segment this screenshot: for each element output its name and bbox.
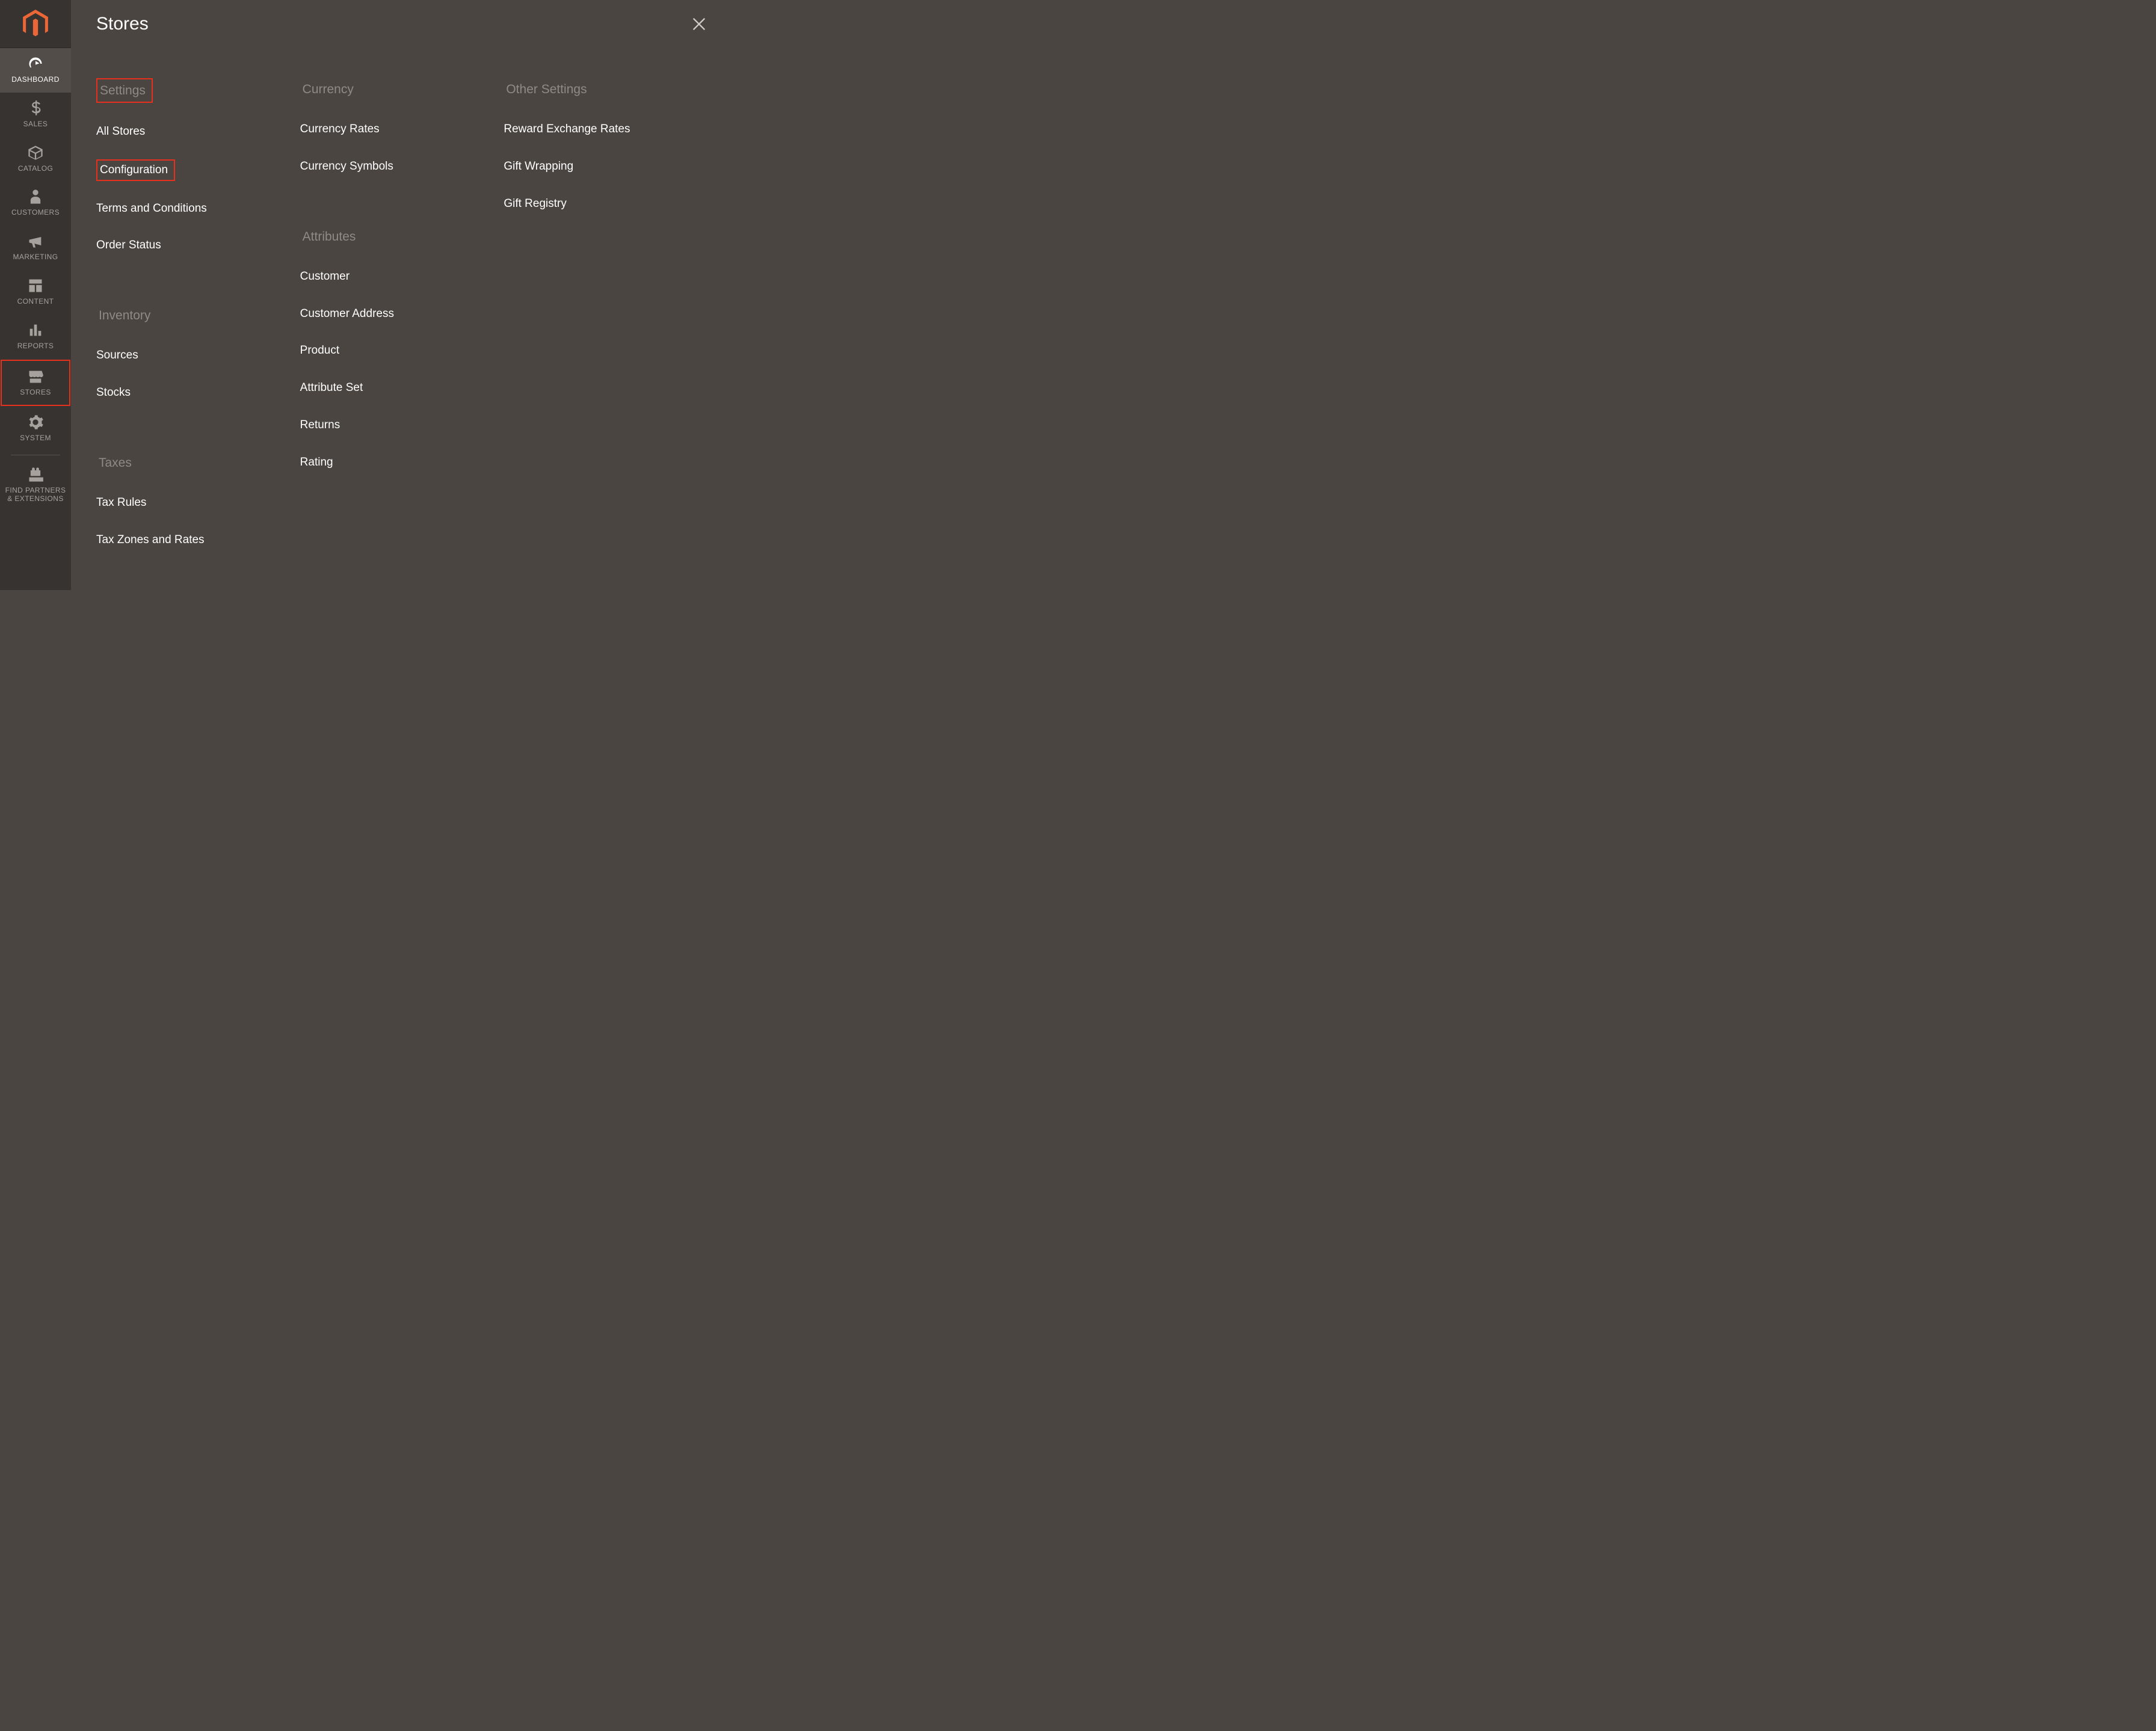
section-heading-attributes: Attributes	[300, 226, 362, 248]
gauge-icon	[27, 55, 44, 72]
nav-label: CATALOG	[18, 165, 53, 173]
link-reward-exchange-rates[interactable]: Reward Exchange Rates	[504, 120, 636, 139]
megaphone-icon	[27, 233, 44, 250]
nav-reports[interactable]: REPORTS	[0, 315, 71, 359]
flyout-column-2: Currency Currency Rates Currency Symbols…	[300, 78, 504, 568]
section-heading-taxes: Taxes	[96, 452, 138, 474]
link-configuration[interactable]: Configuration	[96, 159, 175, 181]
flyout-header: Stores	[96, 0, 707, 48]
blocks-icon	[27, 466, 44, 483]
stores-flyout: Stores Settings All Stores Configuration…	[71, 0, 736, 590]
link-attribute-set[interactable]: Attribute Set	[300, 378, 369, 398]
nav-label: STORES	[20, 389, 51, 397]
link-customer-address[interactable]: Customer Address	[300, 304, 400, 324]
magento-logo-icon	[23, 10, 48, 38]
box-icon	[27, 144, 44, 161]
nav-customers[interactable]: CUSTOMERS	[0, 181, 71, 226]
link-stocks[interactable]: Stocks	[96, 383, 137, 402]
nav-label: SALES	[23, 120, 48, 129]
nav-catalog[interactable]: CATALOG	[0, 137, 71, 182]
nav-system[interactable]: SYSTEM	[0, 407, 71, 451]
close-button[interactable]	[691, 16, 707, 32]
link-gift-registry[interactable]: Gift Registry	[504, 194, 573, 214]
link-terms-and-conditions[interactable]: Terms and Conditions	[96, 199, 213, 218]
person-icon	[27, 188, 44, 205]
nav-find-partners[interactable]: FIND PARTNERS & EXTENSIONS	[0, 459, 71, 512]
link-order-status[interactable]: Order Status	[96, 236, 167, 255]
nav-stores[interactable]: STORES	[1, 360, 70, 407]
nav-label: SYSTEM	[20, 434, 51, 443]
flyout-column-3: Other Settings Reward Exchange Rates Gif…	[504, 78, 707, 568]
flyout-column-1: Settings All Stores Configuration Terms …	[96, 78, 300, 568]
flyout-title: Stores	[96, 14, 149, 34]
admin-sidebar: DASHBOARD SALES CATALOG CUSTOMERS MARKET…	[0, 0, 71, 590]
link-sources[interactable]: Sources	[96, 346, 144, 365]
link-tax-rules[interactable]: Tax Rules	[96, 493, 152, 512]
layout-icon	[27, 277, 44, 294]
link-returns[interactable]: Returns	[300, 416, 346, 435]
nav-label: MARKETING	[13, 253, 58, 262]
nav-label: CUSTOMERS	[11, 209, 60, 217]
gear-icon	[27, 414, 44, 431]
magento-logo[interactable]	[0, 0, 71, 48]
dollar-icon	[27, 100, 44, 117]
link-gift-wrapping[interactable]: Gift Wrapping	[504, 157, 579, 176]
section-heading-currency: Currency	[300, 78, 360, 100]
nav-dashboard[interactable]: DASHBOARD	[0, 48, 71, 93]
storefront-icon	[27, 368, 44, 385]
link-all-stores[interactable]: All Stores	[96, 122, 151, 141]
nav-label: CONTENT	[17, 298, 54, 306]
nav-label: REPORTS	[17, 342, 54, 351]
nav-content[interactable]: CONTENT	[0, 270, 71, 315]
link-currency-rates[interactable]: Currency Rates	[300, 120, 386, 139]
nav-marketing[interactable]: MARKETING	[0, 226, 71, 270]
link-product[interactable]: Product	[300, 341, 345, 360]
link-customer[interactable]: Customer	[300, 267, 356, 286]
flyout-columns: Settings All Stores Configuration Terms …	[96, 48, 707, 568]
section-heading-inventory: Inventory	[96, 304, 156, 327]
bar-chart-icon	[27, 322, 44, 339]
section-heading-settings: Settings	[96, 78, 153, 103]
section-heading-other-settings: Other Settings	[504, 78, 593, 100]
nav-label: FIND PARTNERS & EXTENSIONS	[2, 487, 69, 503]
nav-sales[interactable]: SALES	[0, 93, 71, 137]
nav-label: DASHBOARD	[11, 76, 60, 84]
link-currency-symbols[interactable]: Currency Symbols	[300, 157, 399, 176]
link-rating[interactable]: Rating	[300, 453, 339, 472]
close-icon	[691, 16, 707, 32]
link-tax-zones-and-rates[interactable]: Tax Zones and Rates	[96, 530, 211, 550]
